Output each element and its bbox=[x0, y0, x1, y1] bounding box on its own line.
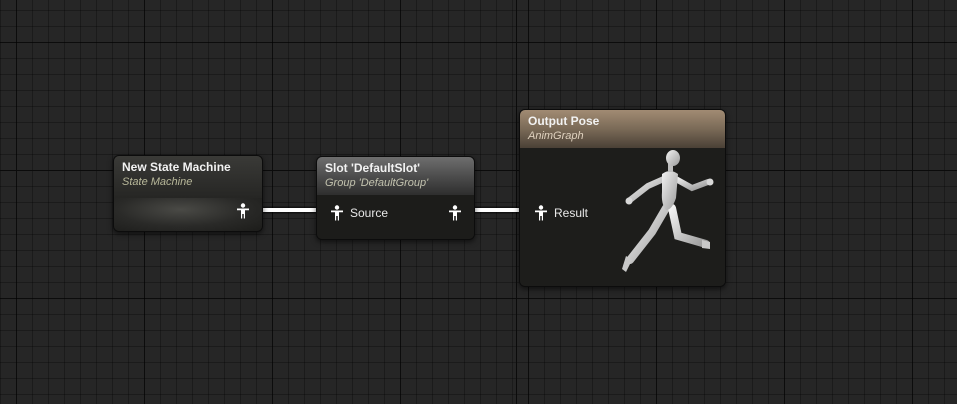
pose-pin-icon bbox=[331, 205, 343, 221]
output-pose-result-pin-label: Result bbox=[554, 206, 589, 220]
output-pose-result-input-pin[interactable]: Result bbox=[534, 205, 588, 221]
state-machine-node-subtitle: State Machine bbox=[122, 176, 193, 188]
output-pose-node-header: Output Pose AnimGraph bbox=[520, 110, 725, 148]
pose-pin-icon bbox=[237, 203, 249, 219]
slot-node[interactable]: Slot 'DefaultSlot' Group 'DefaultGroup' … bbox=[316, 156, 475, 240]
pose-pin-icon bbox=[535, 205, 547, 221]
graph-origin-vertical-line bbox=[516, 0, 517, 404]
state-machine-node-title: New State Machine bbox=[122, 160, 231, 174]
slot-source-input-pin[interactable]: Source bbox=[330, 205, 388, 221]
output-pose-node-subtitle: AnimGraph bbox=[528, 130, 584, 142]
anim-graph-canvas[interactable]: New State Machine State Machine Slot 'De… bbox=[0, 0, 957, 404]
slot-node-title: Slot 'DefaultSlot' bbox=[325, 161, 421, 175]
state-machine-output-pin[interactable] bbox=[236, 203, 250, 219]
slot-output-pin[interactable] bbox=[448, 205, 462, 221]
output-pose-node[interactable]: Output Pose AnimGraph Result bbox=[519, 109, 726, 287]
pose-pin-icon bbox=[449, 205, 461, 221]
state-machine-node-header: New State Machine State Machine bbox=[114, 156, 262, 198]
slot-source-pin-label: Source bbox=[350, 206, 389, 220]
slot-node-header: Slot 'DefaultSlot' Group 'DefaultGroup' bbox=[317, 157, 474, 195]
running-mannequin-icon bbox=[622, 150, 714, 272]
output-pose-node-title: Output Pose bbox=[528, 114, 600, 128]
slot-node-subtitle: Group 'DefaultGroup' bbox=[325, 177, 429, 189]
state-machine-node[interactable]: New State Machine State Machine bbox=[113, 155, 263, 232]
